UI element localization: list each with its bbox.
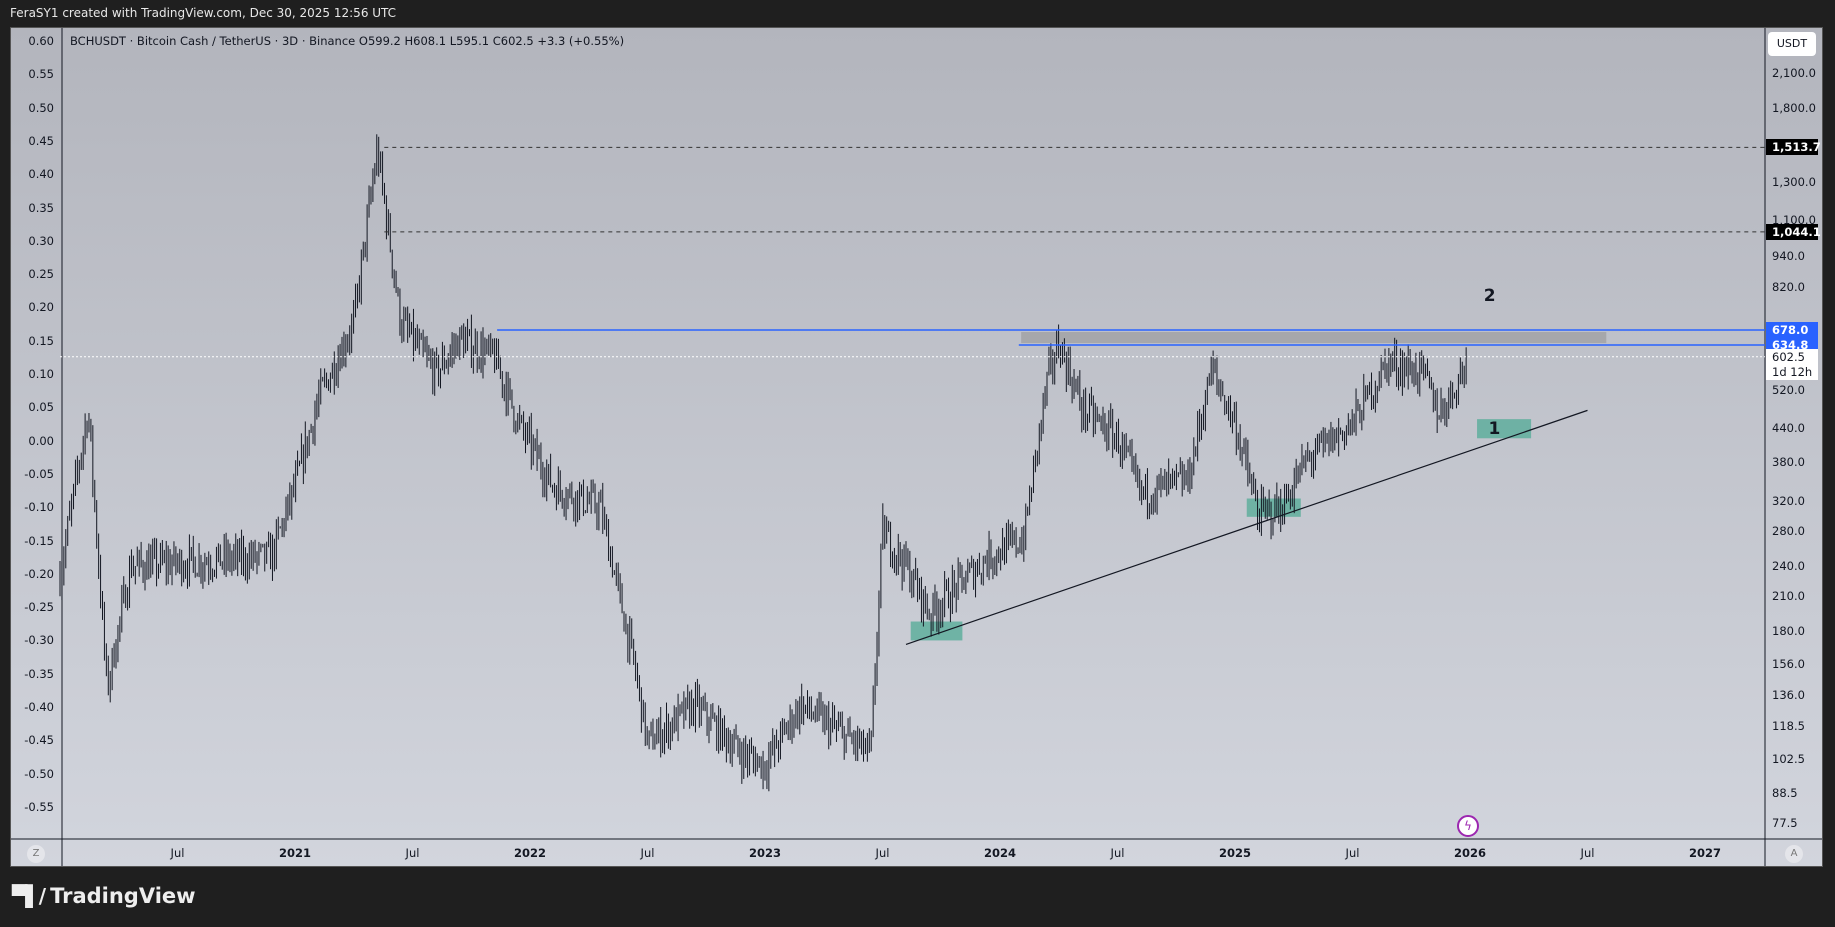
left-axis-tick: -0.25 xyxy=(24,600,54,615)
right-axis-tick: 940.0 xyxy=(1772,248,1805,263)
left-axis-tick: -0.40 xyxy=(24,700,54,714)
left-axis-tick: 0.10 xyxy=(28,367,54,381)
tradingview-brand: TradingView xyxy=(50,884,196,908)
price-badge: 1,044.1 xyxy=(1766,223,1821,240)
left-axis-tick: 0.55 xyxy=(28,67,54,82)
right-axis-tick: 320.0 xyxy=(1772,493,1805,508)
right-axis-tick: 118.5 xyxy=(1772,719,1805,734)
left-axis-tick: 0.25 xyxy=(28,267,54,282)
left-axis-tick: -0.55 xyxy=(24,799,54,814)
right-axis-tick: 88.5 xyxy=(1772,785,1798,800)
right-axis-tick: 280.0 xyxy=(1772,523,1805,538)
left-axis-tick: -0.15 xyxy=(24,533,54,548)
time-axis-tick: Jul xyxy=(405,846,420,860)
auto-scale-button[interactable]: A xyxy=(1785,845,1803,863)
time-axis-tick: Jul xyxy=(640,846,655,860)
tradingview-logo[interactable]: ▀▌/ TradingView xyxy=(12,884,196,908)
left-axis-tick: -0.30 xyxy=(24,633,54,648)
time-axis-tick: 2024 xyxy=(983,846,1017,860)
left-axis-tick: 0.30 xyxy=(28,233,54,248)
right-axis-tick: 440.0 xyxy=(1772,421,1805,436)
time-axis-tick: 2021 xyxy=(278,846,312,860)
time-axis-tick: 2022 xyxy=(513,846,547,860)
left-axis-tick: 0.60 xyxy=(28,34,54,48)
left-axis-tick: 0.40 xyxy=(28,167,54,182)
right-axis-tick: 102.5 xyxy=(1772,752,1805,767)
left-axis-tick: 0.20 xyxy=(28,300,54,315)
left-axis-tick: 0.15 xyxy=(28,333,54,348)
left-axis-tick: -0.20 xyxy=(24,566,54,581)
right-axis-tick: 1,800.0 xyxy=(1772,101,1816,116)
lightning-event-icon[interactable]: ϟ xyxy=(1457,815,1479,837)
right-axis-tick: 1,300.0 xyxy=(1772,175,1816,189)
time-axis-tick: Jul xyxy=(1580,846,1595,860)
time-axis-tick: Jul xyxy=(1110,846,1125,860)
symbol-legend: BCHUSDT · Bitcoin Cash / TetherUS · 3D ·… xyxy=(70,34,625,48)
right-axis-tick: 180.0 xyxy=(1772,624,1805,639)
tradingview-logo-icon: ▀▌/ xyxy=(12,884,46,908)
price-badge: 1,513.7 xyxy=(1766,139,1821,156)
right-axis-tick: 240.0 xyxy=(1772,559,1805,574)
left-axis-tick: -0.10 xyxy=(24,500,54,515)
scale-button-left[interactable]: Z xyxy=(27,845,45,863)
right-axis-tick: 820.0 xyxy=(1772,279,1805,294)
price-chart[interactable] xyxy=(0,0,1835,927)
price-badge: 602.5 xyxy=(1766,348,1818,365)
time-axis-tick: 2025 xyxy=(1218,846,1252,860)
left-axis-tick: 0.05 xyxy=(28,400,54,415)
left-axis-tick: 0.45 xyxy=(28,133,54,148)
time-axis-tick: Jul xyxy=(1345,846,1360,860)
right-axis-tick: 156.0 xyxy=(1772,656,1805,671)
left-axis-tick: -0.05 xyxy=(24,466,54,481)
right-axis-tick: 520.0 xyxy=(1772,383,1805,398)
right-axis-tick: 380.0 xyxy=(1772,454,1805,469)
right-axis-tick: 2,100.0 xyxy=(1772,66,1816,80)
time-axis-tick: Jul xyxy=(875,846,890,860)
support-zone xyxy=(1477,419,1532,439)
left-axis-tick: 0.00 xyxy=(28,433,54,448)
left-axis-tick: -0.45 xyxy=(24,733,54,748)
annotation-label: 1 xyxy=(1488,418,1501,439)
left-axis-tick: 0.50 xyxy=(28,100,54,115)
currency-button[interactable]: USDT xyxy=(1768,32,1816,56)
left-axis-tick: -0.50 xyxy=(24,766,54,781)
price-badge: 678.0 xyxy=(1766,321,1818,338)
countdown-badge: 1d 12h xyxy=(1766,363,1818,380)
time-axis-tick: 2026 xyxy=(1453,846,1487,860)
right-axis-tick: 77.5 xyxy=(1772,815,1798,830)
time-axis-tick: 2027 xyxy=(1688,846,1722,860)
left-axis-tick: 0.35 xyxy=(28,200,54,215)
time-axis-tick: 2023 xyxy=(748,846,782,860)
right-axis-tick: 210.0 xyxy=(1772,589,1805,604)
annotation-label: 2 xyxy=(1483,286,1496,307)
left-axis-tick: -0.35 xyxy=(24,666,54,681)
right-axis-tick: 136.0 xyxy=(1772,688,1805,703)
resistance-zone xyxy=(1021,331,1607,344)
time-axis-tick: Jul xyxy=(170,846,185,860)
